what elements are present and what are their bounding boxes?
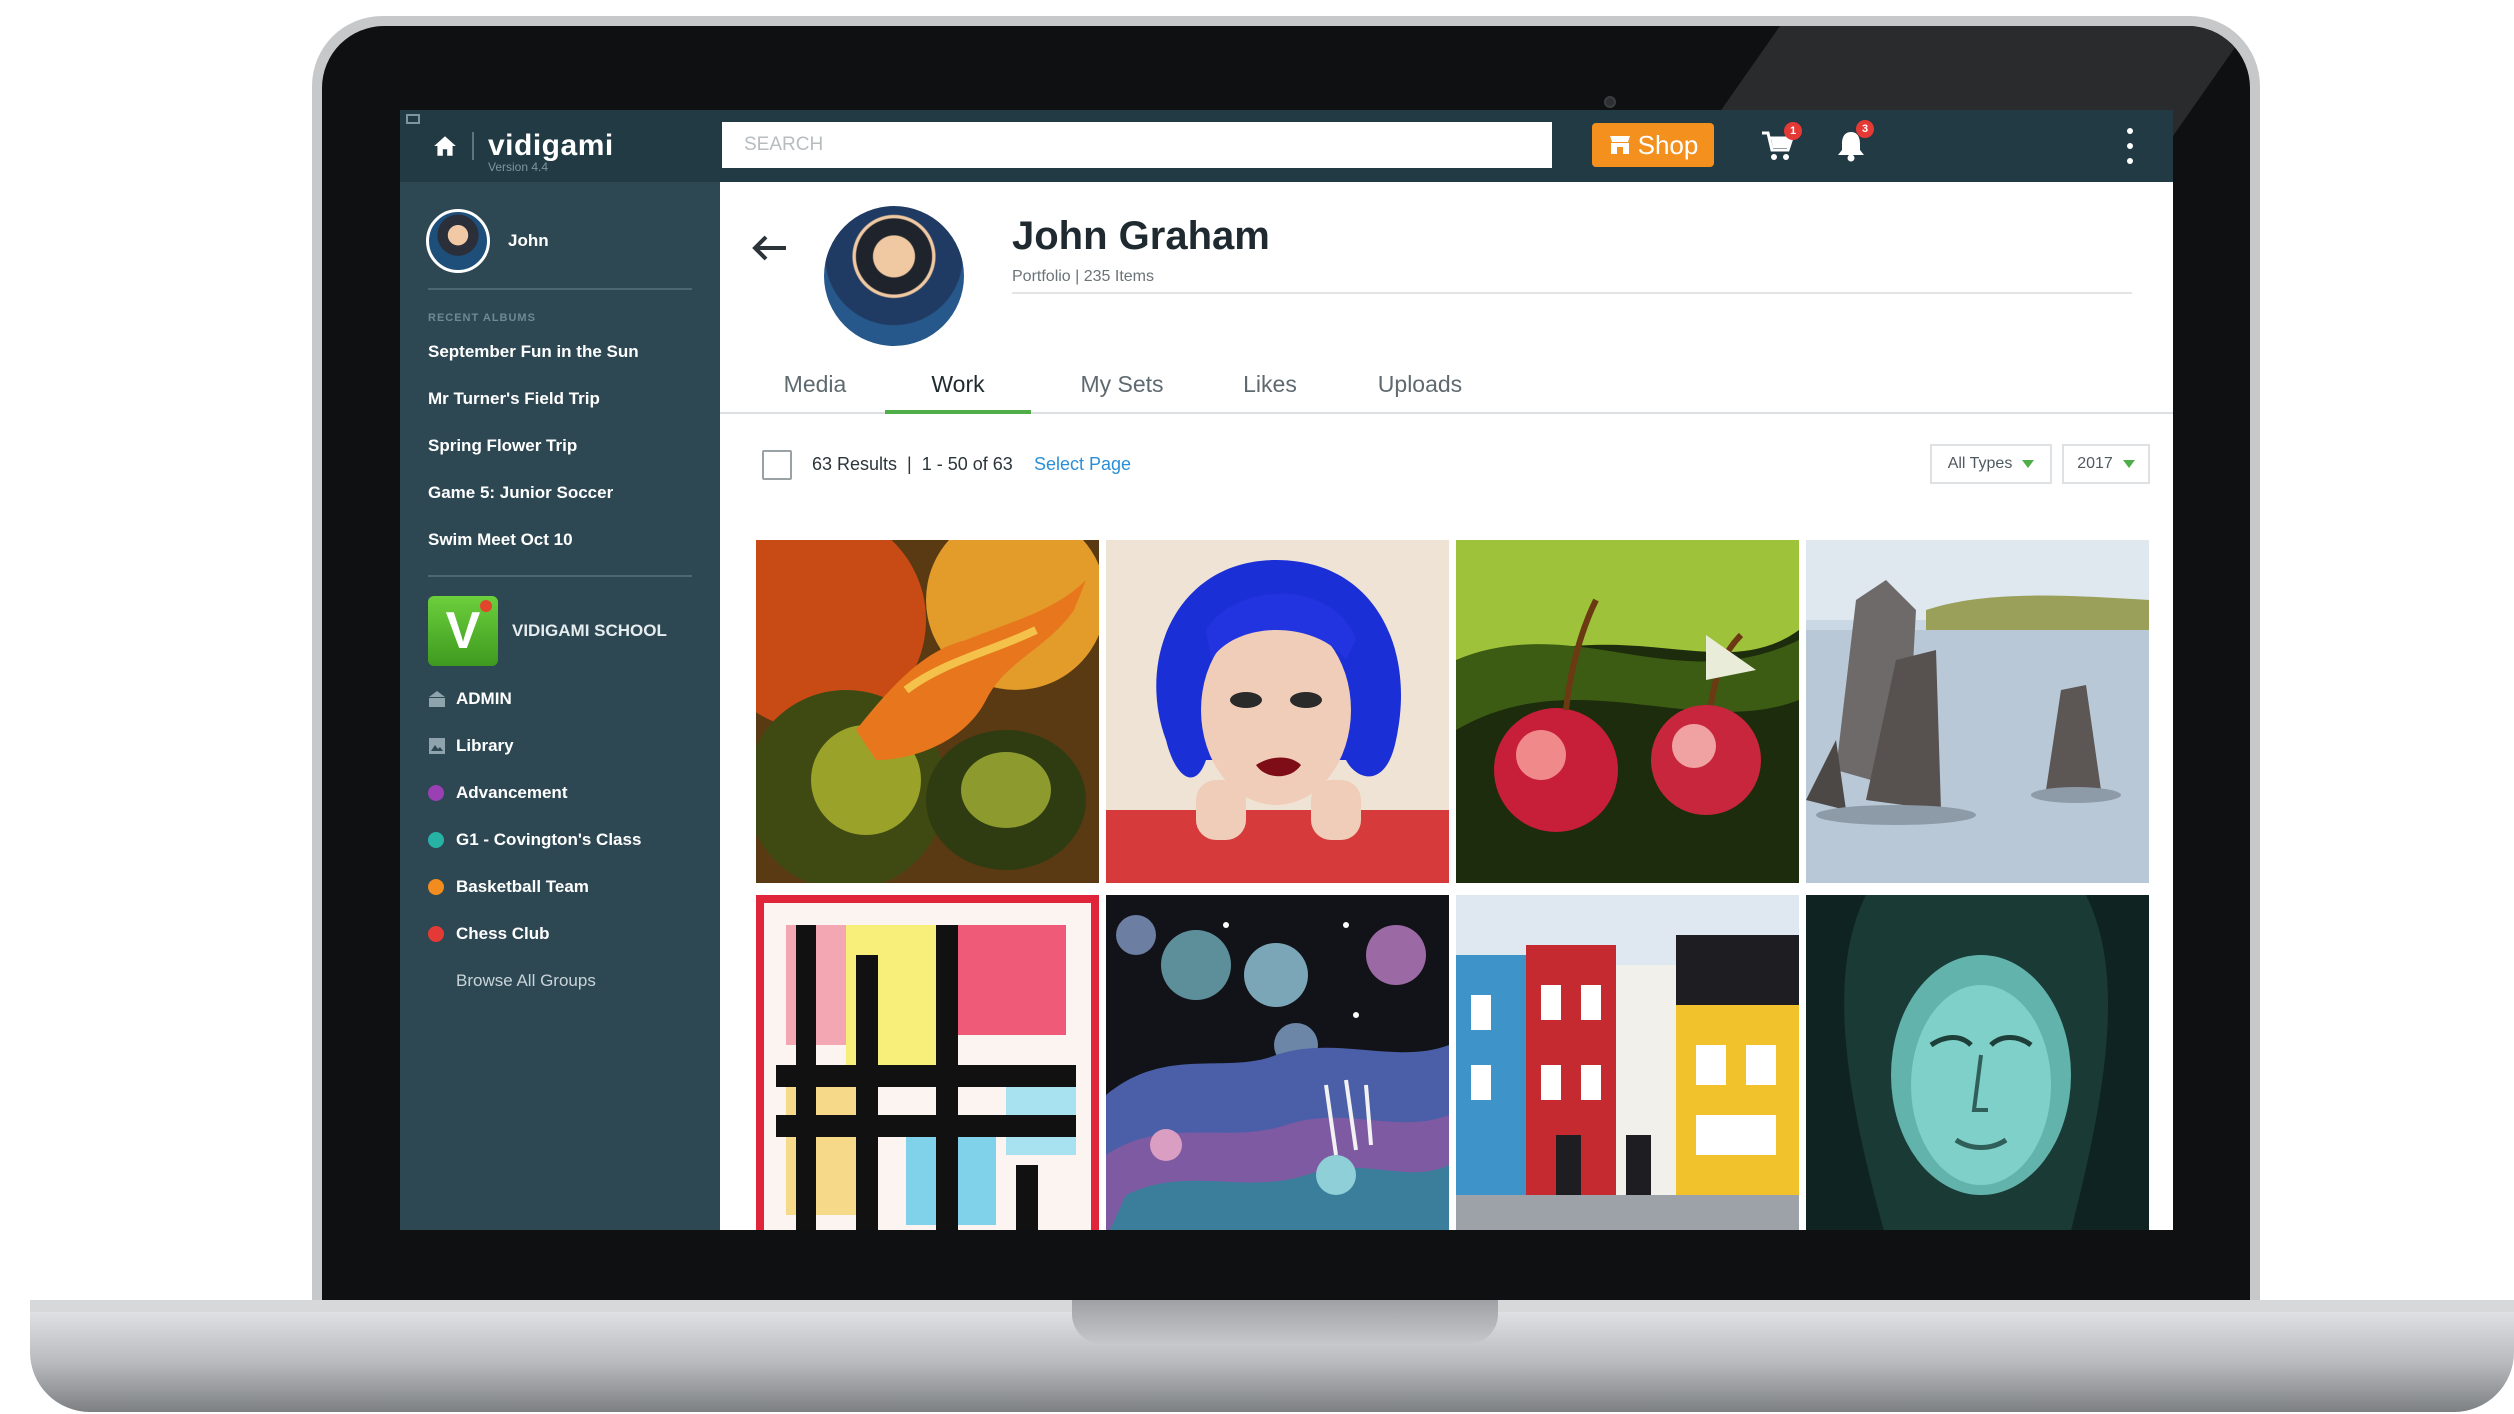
group-label: Basketball Team xyxy=(456,876,589,896)
collapse-sidebar-icon[interactable] xyxy=(406,114,420,124)
sidebar-header: vidigami Version 4.4 xyxy=(400,110,720,182)
profile-subline: Portfolio | 235 Items xyxy=(1012,268,1154,285)
artwork-tile-sea-stacks-landscape[interactable] xyxy=(1806,540,2149,883)
sidebar-item-group[interactable]: Advancement xyxy=(400,769,720,816)
more-options-icon[interactable] xyxy=(2122,128,2138,164)
tab-work[interactable]: Work xyxy=(885,358,1031,414)
user-avatar[interactable] xyxy=(426,209,490,273)
group-color-dot xyxy=(428,878,444,895)
admin-icon xyxy=(428,690,446,708)
cart-badge: 1 xyxy=(1784,122,1802,140)
tab-likes[interactable]: Likes xyxy=(1220,358,1320,414)
album-item[interactable]: Mr Turner's Field Trip xyxy=(400,375,720,422)
artwork-tile-blue-hair-portrait[interactable] xyxy=(1106,540,1449,883)
chevron-down-icon xyxy=(2022,460,2035,468)
shop-button[interactable]: Shop xyxy=(1592,123,1714,167)
results-count: 63 Results | 1 - 50 of 63 xyxy=(812,454,1013,474)
school-logo-letter: V xyxy=(445,602,481,660)
admin-label: ADMIN xyxy=(456,688,512,708)
shop-label: Shop xyxy=(1637,129,1699,160)
album-item[interactable]: Game 5: Junior Soccer xyxy=(400,469,720,516)
profile-tabs: Media Work My Sets Likes Uploads xyxy=(720,358,2173,414)
tab-media[interactable]: Media xyxy=(760,358,870,414)
home-icon[interactable] xyxy=(432,133,458,159)
tab-uploads[interactable]: Uploads xyxy=(1355,358,1485,414)
type-filter-value: All Types xyxy=(1947,455,2013,472)
artwork-tile-teal-face-portrait[interactable] xyxy=(1806,895,2149,1230)
group-color-dot xyxy=(428,784,444,801)
sidebar-item-admin[interactable]: ADMIN xyxy=(400,675,720,722)
select-page-link[interactable]: Select Page xyxy=(1034,454,1131,475)
profile-divider xyxy=(1012,292,2132,294)
sidebar: vidigami Version 4.4 John RECENT ALBUMS … xyxy=(400,110,720,1230)
browse-all-groups-link[interactable]: Browse All Groups xyxy=(400,957,720,1004)
school-logo: V xyxy=(428,596,498,666)
album-item[interactable]: Swim Meet Oct 10 xyxy=(400,516,720,563)
school-item[interactable]: V VIDIGAMI SCHOOL xyxy=(400,577,720,669)
group-color-dot xyxy=(428,925,444,942)
recent-albums-heading: RECENT ALBUMS xyxy=(428,312,536,324)
laptop-notch xyxy=(1072,1300,1498,1344)
app-screen: vidigami Version 4.4 John RECENT ALBUMS … xyxy=(400,110,2173,1230)
school-name: VIDIGAMI SCHOOL xyxy=(512,621,667,640)
artwork-tile-space-planets-collage[interactable] xyxy=(1106,895,1449,1230)
results-toolbar: 63 Results | 1 - 50 of 63 Select Page Al… xyxy=(720,434,2173,494)
sidebar-user[interactable]: John xyxy=(400,182,720,282)
search-input[interactable] xyxy=(722,122,1552,168)
artwork-tile-cherries-painting[interactable] xyxy=(1456,540,1799,883)
profile-avatar xyxy=(824,206,964,346)
album-item[interactable]: September Fun in the Sun xyxy=(400,328,720,375)
group-label: G1 - Covington's Class xyxy=(456,829,642,849)
group-label: Chess Club xyxy=(456,923,550,943)
album-item[interactable]: Spring Flower Trip xyxy=(400,422,720,469)
app-logo[interactable]: vidigami xyxy=(488,129,614,163)
back-arrow-icon[interactable] xyxy=(750,232,790,264)
group-color-dot xyxy=(428,831,444,848)
library-icon xyxy=(428,737,446,755)
app-version: Version 4.4 xyxy=(488,160,549,174)
tab-my-sets[interactable]: My Sets xyxy=(1058,358,1186,414)
camera xyxy=(1604,96,1616,108)
artwork-grid xyxy=(756,540,2156,1230)
cart-icon[interactable]: 1 xyxy=(1760,122,1802,162)
sidebar-item-group[interactable]: G1 - Covington's Class xyxy=(400,816,720,863)
sidebar-item-group[interactable]: Basketball Team xyxy=(400,863,720,910)
group-label: Advancement xyxy=(456,782,568,802)
notification-badge: 3 xyxy=(1856,120,1874,138)
library-label: Library xyxy=(456,735,514,755)
recent-albums-list: September Fun in the Sun Mr Turner's Fie… xyxy=(400,328,720,563)
school-logo-dot xyxy=(480,600,492,612)
logo-separator xyxy=(472,132,474,160)
profile-name: John Graham xyxy=(1012,214,1270,258)
type-filter-dropdown[interactable]: All Types xyxy=(1930,444,2052,484)
year-filter-value: 2017 xyxy=(2077,455,2113,472)
chevron-down-icon xyxy=(2122,460,2135,468)
top-bar: Shop 1 3 xyxy=(720,110,2173,182)
artwork-tile-mondrian-style-abstract[interactable] xyxy=(756,895,1099,1230)
select-all-checkbox[interactable] xyxy=(762,450,792,480)
main-content: John Graham Portfolio | 235 Items Media … xyxy=(720,182,2173,1230)
sidebar-item-group[interactable]: Chess Club xyxy=(400,910,720,957)
artwork-tile-still-life-pear-painting[interactable] xyxy=(756,540,1099,883)
shop-icon xyxy=(1609,136,1630,154)
sidebar-item-library[interactable]: Library xyxy=(400,722,720,769)
artwork-tile-colorful-row-houses[interactable] xyxy=(1456,895,1799,1230)
year-filter-dropdown[interactable]: 2017 xyxy=(2062,444,2150,484)
user-name[interactable]: John xyxy=(508,231,549,251)
notification-bell-icon[interactable]: 3 xyxy=(1834,120,1874,162)
